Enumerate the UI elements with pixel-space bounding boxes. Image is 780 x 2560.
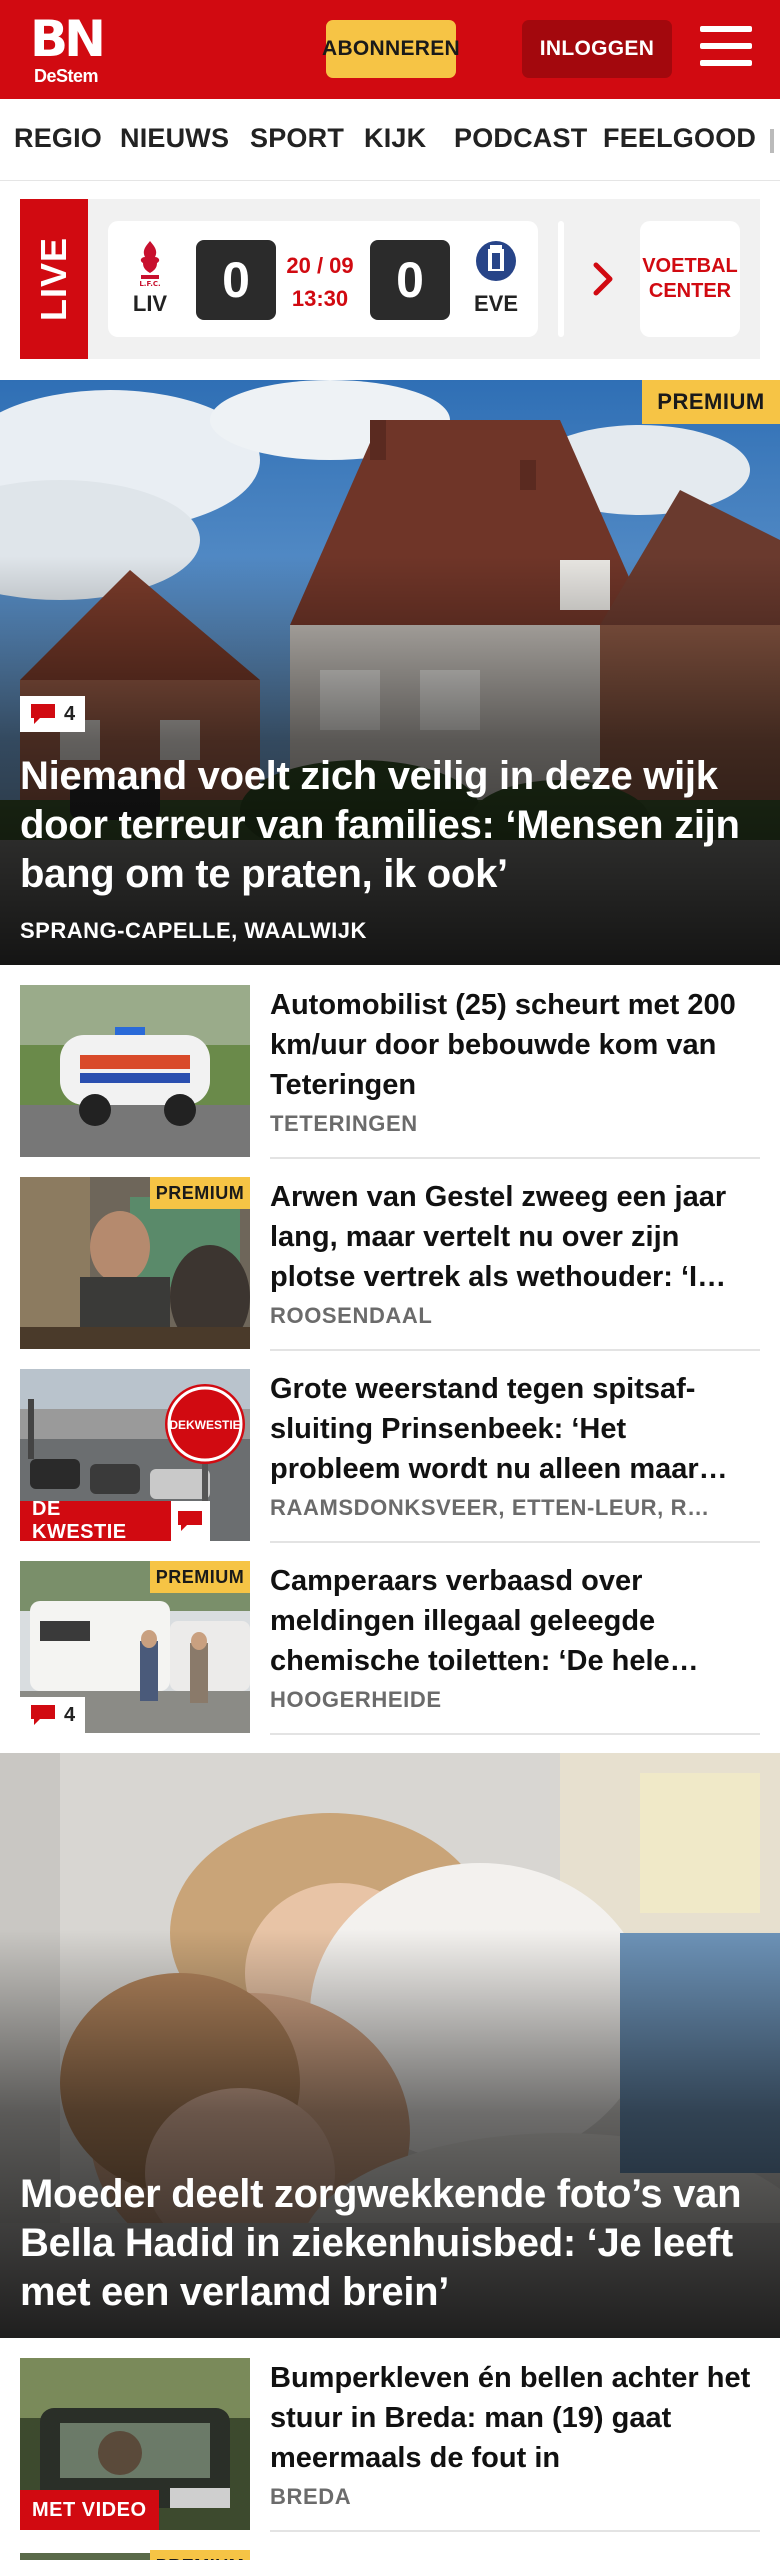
article-title[interactable]: Arwen van Gestel zweeg een jaar lang, ma… (270, 1177, 760, 1297)
voetbal-center-line1: VOETBAL (642, 255, 738, 277)
divider (270, 1733, 760, 1735)
article-item[interactable]: MET VIDEO Bumperkleven én bellen achter … (20, 2358, 760, 2550)
next-match-card-edge[interactable] (558, 221, 564, 337)
nav-item-sport[interactable]: SPORT (250, 123, 344, 154)
hamburger-menu-icon[interactable] (700, 26, 752, 70)
divider (270, 2530, 760, 2532)
article-location: HOOGERHEIDE (270, 1687, 442, 1712)
divider (270, 1541, 760, 1543)
live-scores-strip: LIVE L.F.C. LIV 0 20 / 09 13:30 0 EVE VO… (20, 199, 760, 359)
away-team-abbr: EVE (473, 291, 519, 316)
hero-headline[interactable]: Moeder deelt zorgwekkende foto’s van Bel… (20, 2170, 760, 2317)
comment-count: 4 (64, 1703, 76, 1726)
logo-main-text: BN (30, 10, 106, 68)
section-nav: REGIO NIEUWS SPORT KIJK PODCAST FEELGOOD (0, 99, 780, 181)
live-label: LIVE (33, 236, 74, 322)
hero-location: SPRANG-CAPELLE, WAALWIJK (20, 918, 367, 943)
login-button[interactable]: INLOGGEN (522, 20, 672, 78)
nav-item-feelgood[interactable]: FEELGOOD (603, 123, 756, 154)
premium-badge: PREMIUM (642, 380, 780, 424)
article-item[interactable]: Automobilist (25) scheurt met 200 km/uur… (20, 985, 760, 1177)
voetbal-center-link[interactable]: VOETBAL CENTER (640, 221, 740, 337)
article-location: RAAMSDONKSVEER, ETTEN-LEUR, R… (270, 1495, 710, 1520)
top-header: BN DeStem ABONNEREN INLOGGEN (0, 0, 780, 99)
svg-text:L.F.C.: L.F.C. (139, 280, 160, 287)
voetbal-center-line2: CENTER (648, 280, 732, 302)
match-datetime: 20 / 09 13:30 (284, 249, 356, 315)
nav-item-nieuws[interactable]: NIEUWS (120, 123, 229, 154)
home-score: 0 (196, 240, 276, 320)
liverpool-crest-icon: L.F.C. (120, 239, 180, 287)
premium-badge: PREMIUM (150, 2550, 250, 2560)
label-text: DE KWESTIE (32, 1498, 127, 1543)
met-video-label: MET VIDEO (20, 2490, 159, 2530)
divider (270, 1349, 760, 1351)
comment-icon (31, 704, 55, 724)
article-title[interactable]: Grote weerstand tegen spitsaf­sluiting P… (270, 1369, 760, 1489)
match-date: 20 / 09 (286, 253, 354, 278)
nav-item-regio[interactable]: REGIO (14, 123, 102, 154)
comment-icon (178, 1511, 203, 1531)
article-location: ROOSENDAAL (270, 1303, 433, 1328)
sign-text: DEKWESTIE (169, 1418, 240, 1432)
article-location: TETERINGEN (270, 1111, 418, 1136)
premium-badge: PREMIUM (150, 1561, 250, 1593)
article-title[interactable]: Automobilist (25) scheurt met 200 km/uur… (270, 985, 760, 1105)
chevron-right-icon[interactable] (592, 261, 616, 302)
hero-headline[interactable]: Niemand voelt zich veilig in deze wijk d… (20, 752, 760, 899)
hero-article[interactable]: PREMIUM 4 Niemand voelt zich veilig in d… (0, 380, 780, 965)
comment-icon (31, 1705, 55, 1725)
article-thumbnail (20, 985, 250, 1157)
home-team: L.F.C. LIV (120, 239, 180, 317)
article-item[interactable]: PREMIUM 4 Camperaars verbaasd over meldi… (20, 1561, 760, 1753)
nav-item-podcast[interactable]: PODCAST (454, 123, 587, 154)
comment-count-badge[interactable]: 4 (20, 696, 86, 732)
logo-sub-text: DeStem (33, 66, 99, 86)
home-team-abbr: LIV (132, 291, 168, 316)
away-score: 0 (370, 240, 450, 320)
nav-item-kijk[interactable]: KIJK (364, 123, 426, 154)
article-title[interactable]: Bumperkleven én bellen achter het stuur … (270, 2358, 760, 2478)
article-item-partial[interactable]: PREMIUM (20, 2550, 760, 2560)
comment-count-badge[interactable]: 4 (20, 1697, 86, 1733)
live-tab[interactable]: LIVE (20, 199, 88, 359)
nav-overflow-indicator (770, 129, 774, 153)
comment-count: 4 (64, 702, 76, 725)
de-kwestie-label: DE KWESTIE (20, 1498, 210, 1543)
divider (270, 1157, 760, 1159)
article-item[interactable]: DEKWESTIE DE KWESTIE Grote weerstand teg… (20, 1369, 760, 1561)
match-card[interactable]: L.F.C. LIV 0 20 / 09 13:30 0 EVE (108, 221, 538, 337)
article-title[interactable]: Camperaars verbaasd over meldingen illeg… (270, 1561, 760, 1681)
subscribe-button[interactable]: ABONNEREN (322, 20, 460, 78)
comment-icon-box (170, 1501, 210, 1541)
premium-badge: PREMIUM (150, 1177, 250, 1209)
match-time: 13:30 (291, 286, 349, 311)
away-team: EVE (466, 239, 526, 317)
everton-crest-icon (466, 239, 526, 287)
hero-article-2[interactable]: Moeder deelt zorgwekkende foto’s van Bel… (0, 1753, 780, 2338)
article-location: BREDA (270, 2484, 352, 2509)
site-logo[interactable]: BN DeStem (30, 10, 106, 86)
article-item[interactable]: PREMIUM Arwen van Gestel zweeg een jaar … (20, 1177, 760, 1369)
